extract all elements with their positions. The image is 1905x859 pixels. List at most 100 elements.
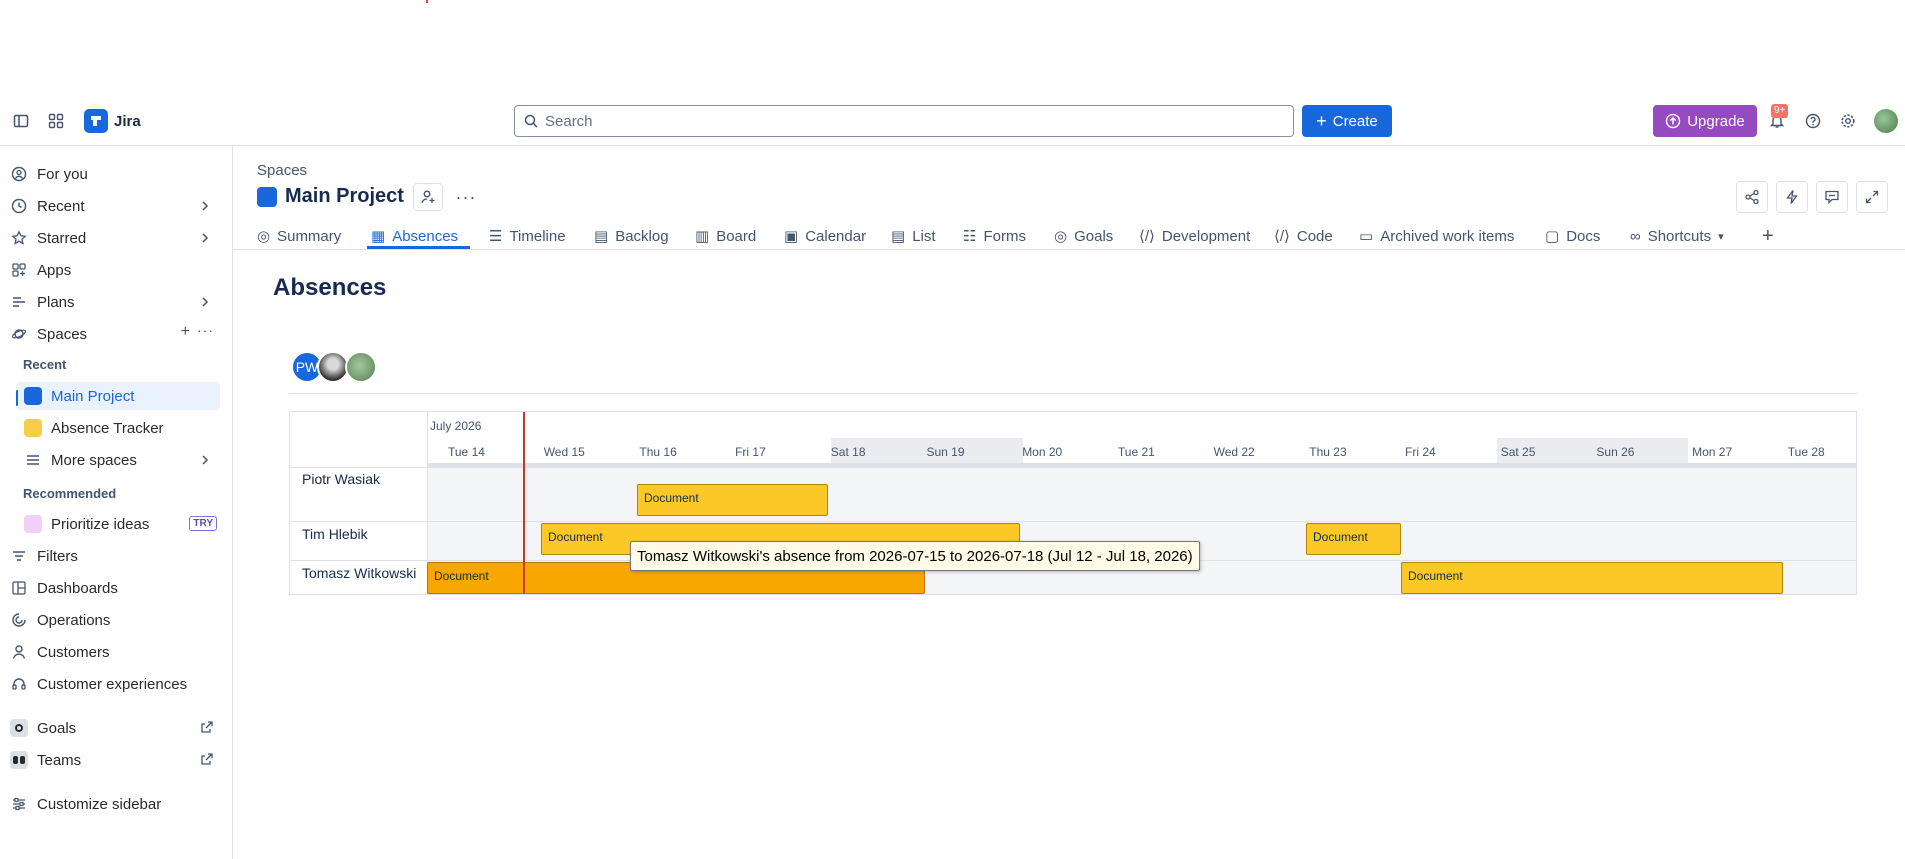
jira-logo-icon[interactable] bbox=[84, 109, 108, 133]
absence-bar[interactable]: Document bbox=[637, 484, 828, 516]
sidebar-item-label: Recent bbox=[37, 197, 85, 215]
dashboard-icon bbox=[10, 579, 28, 597]
tab-summary[interactable]: ◎ Summary bbox=[257, 222, 341, 250]
automation-button[interactable] bbox=[1776, 181, 1808, 213]
more-icon[interactable]: ··· bbox=[197, 322, 214, 338]
tab-label: Summary bbox=[277, 227, 342, 245]
search-input[interactable] bbox=[545, 106, 1285, 136]
absence-bar[interactable]: Document bbox=[1306, 523, 1401, 555]
tab-docs[interactable]: ▢ Docs bbox=[1545, 222, 1600, 250]
tab-label: Code bbox=[1296, 227, 1333, 245]
tab-code[interactable]: ⟨/⟩ Code bbox=[1274, 222, 1333, 250]
help-icon[interactable] bbox=[1801, 109, 1825, 133]
sidebar-toggle-icon[interactable] bbox=[9, 109, 33, 133]
add-tab-icon[interactable]: + bbox=[1762, 222, 1774, 250]
sliders-icon bbox=[10, 795, 28, 813]
profile-avatar[interactable] bbox=[1874, 109, 1898, 133]
sidebar-item-prioritize-ideas[interactable]: Prioritize ideas TRY bbox=[24, 510, 217, 538]
sidebar-item-operations[interactable]: Operations bbox=[10, 606, 220, 634]
sidebar-item-label: Plans bbox=[37, 293, 75, 311]
tab-calendar[interactable]: ▣ Calendar bbox=[784, 222, 866, 250]
search-box[interactable] bbox=[514, 105, 1294, 137]
absence-bar[interactable]: Document bbox=[1401, 562, 1783, 594]
filter-icon bbox=[10, 547, 28, 565]
sidebar-item-more-spaces[interactable]: More spaces bbox=[24, 446, 220, 474]
sidebar-item-recent[interactable]: Recent bbox=[10, 192, 220, 220]
person-circle-icon bbox=[10, 165, 28, 183]
sidebar-item-customers[interactable]: Customers bbox=[10, 638, 220, 666]
sidebar-item-label: Dashboards bbox=[37, 579, 118, 597]
sidebar-item-starred[interactable]: Starred bbox=[10, 224, 220, 252]
spaces-icon bbox=[10, 325, 28, 343]
cursor-mark bbox=[426, 0, 428, 3]
feedback-icon bbox=[1825, 190, 1839, 205]
external-link-icon[interactable] bbox=[200, 752, 214, 766]
sidebar-item-customize-sidebar[interactable]: Customize sidebar bbox=[10, 790, 220, 818]
tab-label: Absences bbox=[392, 227, 459, 245]
divider bbox=[233, 249, 1905, 250]
chevron-right-icon[interactable] bbox=[198, 231, 212, 245]
project-icon bbox=[24, 387, 42, 405]
sidebar-item-spaces[interactable]: Spaces + ··· bbox=[10, 320, 220, 348]
create-button[interactable]: + Create bbox=[1302, 105, 1392, 137]
day-label: Fri 17 bbox=[735, 445, 766, 459]
external-link-icon[interactable] bbox=[200, 720, 214, 734]
share-icon bbox=[1745, 189, 1759, 205]
sidebar-item-apps[interactable]: Apps bbox=[10, 256, 220, 284]
day-label: Fri 24 bbox=[1405, 445, 1436, 459]
sidebar-item-label: More spaces bbox=[51, 451, 137, 469]
active-indicator bbox=[16, 390, 18, 406]
upgrade-button[interactable]: Upgrade bbox=[1653, 105, 1757, 137]
more-actions-icon[interactable]: ··· bbox=[451, 183, 481, 211]
avatar[interactable] bbox=[345, 351, 377, 383]
tab-label: Docs bbox=[1566, 227, 1601, 245]
fullscreen-button[interactable] bbox=[1856, 181, 1888, 213]
sidebar-item-absence-tracker[interactable]: Absence Tracker bbox=[24, 414, 234, 442]
add-people-button[interactable] bbox=[413, 183, 443, 211]
sidebar-item-label: Absence Tracker bbox=[51, 419, 164, 437]
calendar-icon: ▣ bbox=[784, 228, 799, 245]
sidebar-item-label: Goals bbox=[37, 719, 77, 737]
chevron-right-icon[interactable] bbox=[198, 295, 212, 309]
sidebar-item-plans[interactable]: Plans bbox=[10, 288, 220, 316]
sidebar-item-dashboards[interactable]: Dashboards bbox=[10, 574, 220, 602]
day-label: Tue 21 bbox=[1117, 445, 1155, 459]
chevron-right-icon[interactable] bbox=[198, 453, 212, 467]
page-title: Main Project bbox=[285, 185, 404, 207]
tab-label: Backlog bbox=[615, 227, 669, 245]
tab-forms[interactable]: ☷ Forms bbox=[963, 222, 1026, 250]
tab-timeline[interactable]: ☰ Timeline bbox=[489, 222, 566, 250]
notifications-badge: 9+ bbox=[1771, 104, 1789, 118]
chevron-right-icon[interactable] bbox=[198, 199, 212, 213]
tab-shortcuts[interactable]: ∞ Shortcuts ▾ bbox=[1630, 222, 1724, 250]
sidebar-item-for-you[interactable]: For you bbox=[10, 160, 220, 188]
breadcrumb[interactable]: Spaces bbox=[257, 162, 307, 179]
share-button[interactable] bbox=[1736, 181, 1768, 213]
tab-list[interactable]: ▤ List bbox=[891, 222, 936, 250]
tab-archived-work-items[interactable]: ▭ Archived work items bbox=[1359, 222, 1514, 250]
upgrade-icon bbox=[1665, 113, 1681, 129]
tab-board[interactable]: ▥ Board bbox=[695, 222, 756, 250]
feedback-button[interactable] bbox=[1816, 181, 1848, 213]
tab-backlog[interactable]: ▤ Backlog bbox=[594, 222, 669, 250]
app-switcher-icon[interactable] bbox=[44, 109, 68, 133]
sidebar-item-label: Filters bbox=[37, 547, 78, 565]
absence-tracker-icon bbox=[24, 419, 42, 437]
add-space-icon[interactable]: + bbox=[181, 323, 190, 341]
teams-icon bbox=[10, 751, 28, 769]
sidebar-item-main-project[interactable]: Main Project bbox=[16, 382, 220, 410]
sidebar-item-filters[interactable]: Filters bbox=[10, 542, 220, 570]
recent-heading: Recent bbox=[23, 357, 67, 372]
sidebar-item-goals[interactable]: Goals bbox=[10, 714, 220, 742]
settings-gear-icon[interactable] bbox=[1836, 109, 1860, 133]
day-label: Thu 16 bbox=[639, 445, 677, 459]
tab-development[interactable]: ⟨/⟩ Development bbox=[1139, 222, 1250, 250]
sidebar-item-customer-experiences[interactable]: Customer experiences bbox=[10, 670, 220, 698]
headset-icon bbox=[10, 675, 28, 693]
tab-goals[interactable]: ◎ Goals bbox=[1054, 222, 1113, 250]
tab-label: Forms bbox=[983, 227, 1026, 245]
sidebar-item-teams[interactable]: Teams bbox=[10, 746, 220, 774]
chevron-down-icon: ▾ bbox=[1718, 230, 1724, 243]
app-name[interactable]: Jira bbox=[114, 113, 141, 130]
plus-icon: + bbox=[1316, 111, 1327, 131]
